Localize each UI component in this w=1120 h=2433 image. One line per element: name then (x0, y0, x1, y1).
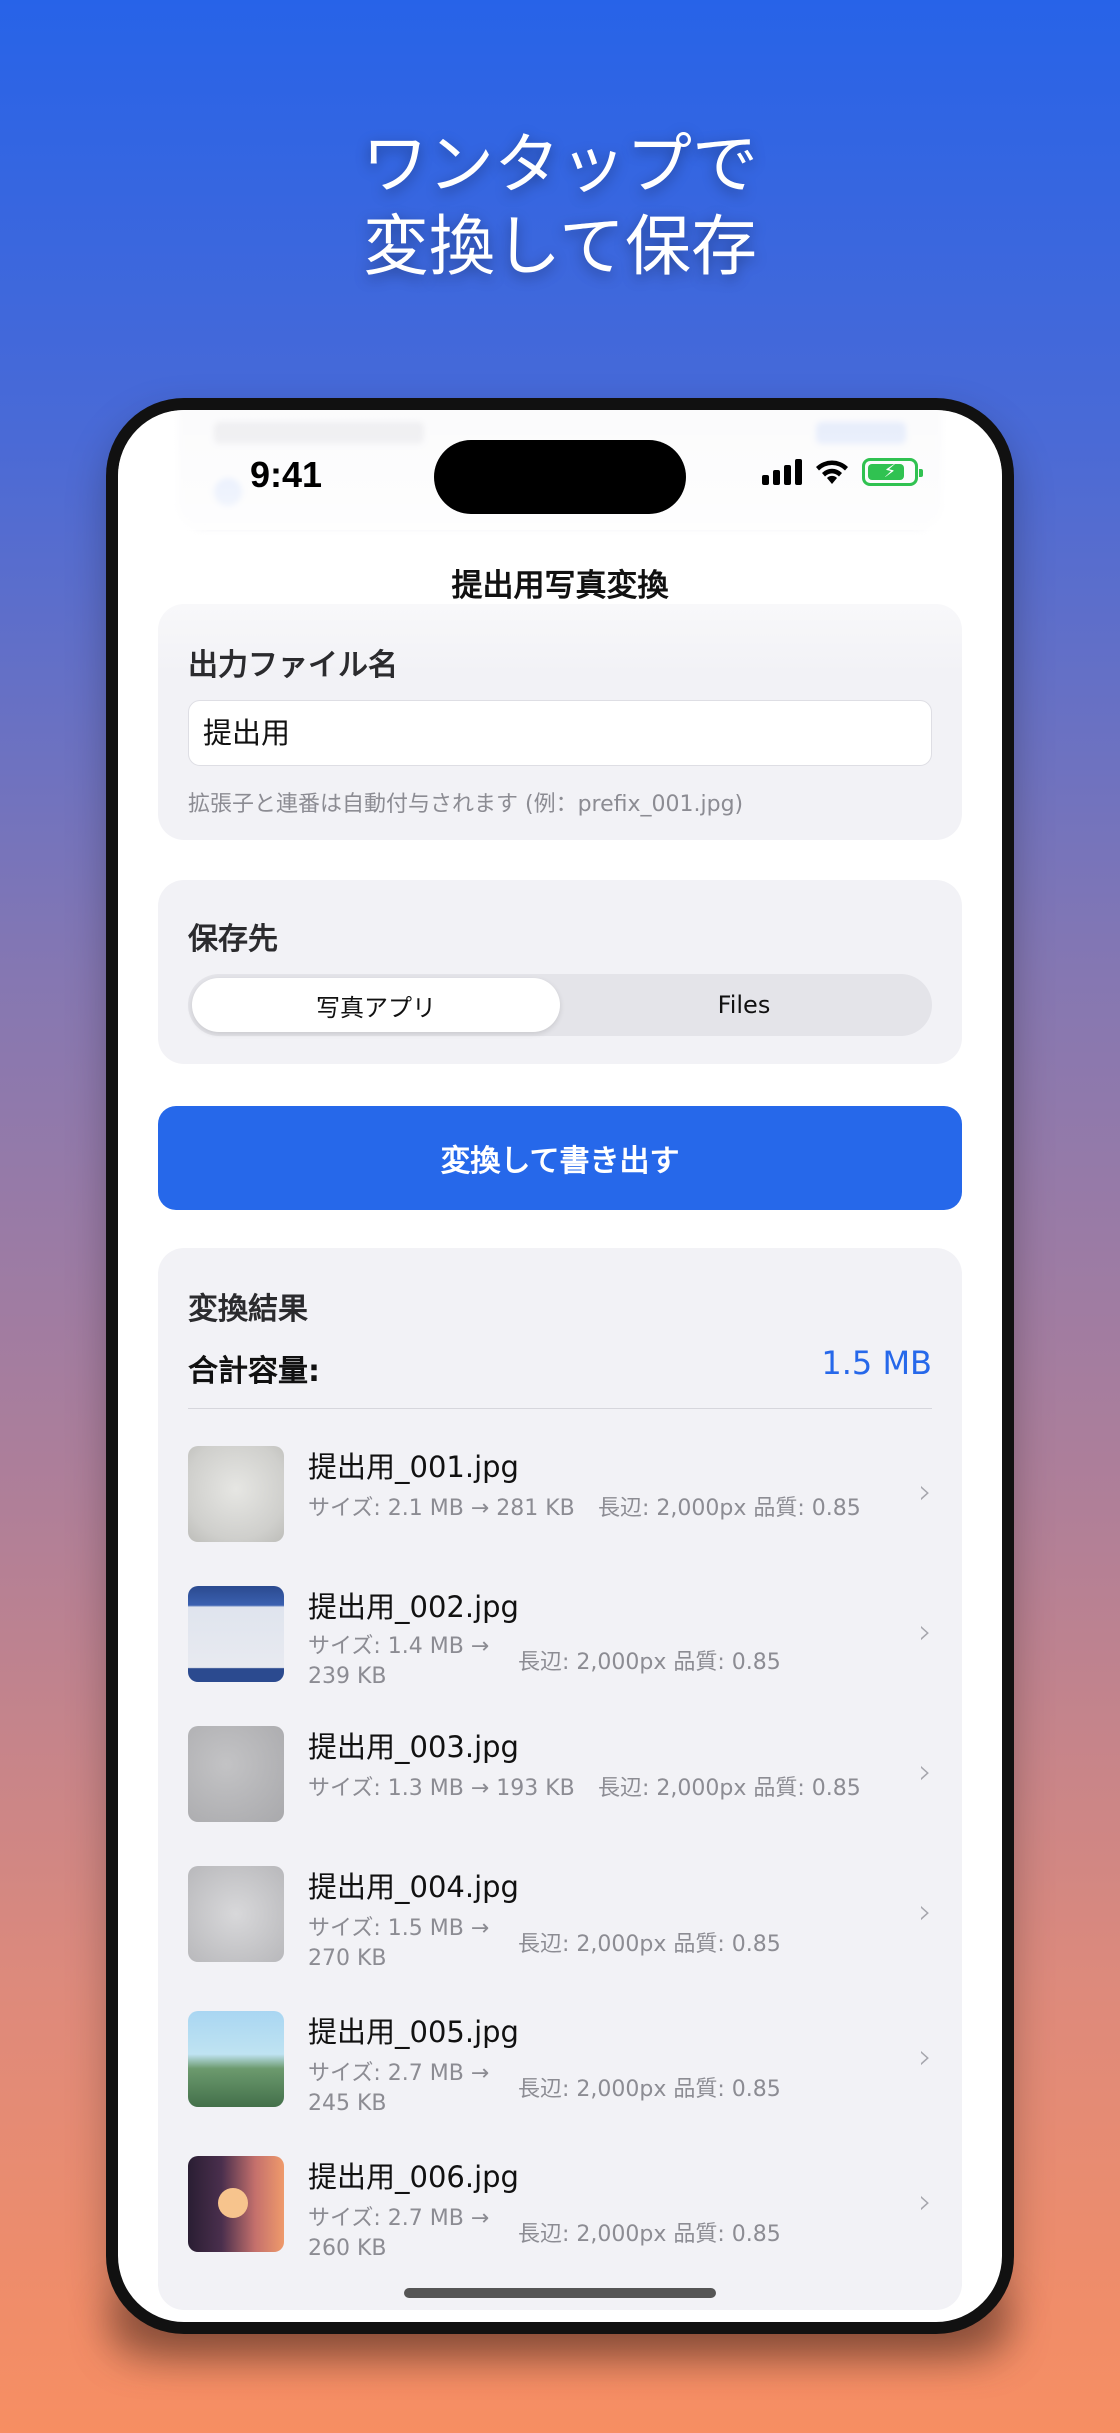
dynamic-island (434, 440, 686, 514)
segment-photos[interactable]: 写真アプリ (192, 978, 560, 1032)
divider (188, 1408, 932, 1409)
file-size-line-2: 245 KB (308, 2091, 387, 2116)
chevron-right-icon: › (918, 1892, 932, 1932)
destination-label: 保存先 (188, 922, 278, 957)
file-extra: 長辺: 2,000px 品質: 0.85 (518, 1932, 781, 1957)
file-size: サイズ: 2.1 MB → 281 KB (308, 1496, 575, 1521)
file-name: 提出用_001.jpg (308, 1450, 519, 1484)
file-extra: 長辺: 2,000px 品質: 0.85 (518, 2077, 781, 2102)
file-name: 提出用_005.jpg (308, 2015, 519, 2049)
results-label: 変換結果 (188, 1292, 308, 1327)
home-indicator (404, 2288, 716, 2298)
file-size-line-2: 239 KB (308, 1664, 387, 1689)
nav-title: 提出用写真変換 (451, 568, 669, 604)
file-name: 提出用_002.jpg (308, 1590, 519, 1624)
total-size-label: 合計容量: (188, 1354, 320, 1389)
result-row-1[interactable]: 提出用_001.jpg サイズ: 2.1 MB → 281 KB 長辺: 2,0… (188, 1438, 932, 1548)
file-name: 提出用_006.jpg (308, 2160, 519, 2194)
status-bar: 9:41 ⚡ (118, 410, 1002, 530)
chevron-right-icon: › (918, 1752, 932, 1792)
chevron-right-icon: › (918, 1472, 932, 1512)
file-name: 提出用_004.jpg (308, 1870, 519, 1904)
destination-segmented-control[interactable]: 写真アプリ Files (188, 974, 932, 1036)
status-icons: ⚡ (762, 458, 923, 486)
result-row-5[interactable]: 提出用_005.jpg サイズ: 2.7 MB → 245 KB 長辺: 2,0… (188, 2003, 932, 2116)
result-row-4[interactable]: 提出用_004.jpg サイズ: 1.5 MB → 270 KB 長辺: 2,0… (188, 1858, 932, 1971)
chevron-right-icon: › (918, 1612, 932, 1652)
file-size: サイズ: 1.4 MB → (308, 1634, 490, 1659)
filename-hint: 拡張子と連番は自動付与されます (例：prefix_001.jpg) (188, 792, 744, 817)
signal-icon (762, 459, 802, 485)
file-extra: 長辺: 2,000px 品質: 0.85 (598, 1496, 861, 1521)
app-screen: 9:41 ⚡ 提出用写真変換 出力ファイル名 提出用 拡張子と連番は自動付与され… (118, 410, 1002, 2322)
headline-line-1: ワンタップで (362, 126, 758, 203)
thumbnail (188, 1726, 284, 1822)
marketing-headline: ワンタップで 変換して保存 (0, 124, 1120, 288)
headline-line-2: 変換して保存 (362, 208, 758, 285)
file-size: サイズ: 1.5 MB → (308, 1916, 490, 1941)
status-time: 9:41 (250, 454, 323, 495)
file-extra: 長辺: 2,000px 品質: 0.85 (518, 1650, 781, 1675)
result-row-3[interactable]: 提出用_003.jpg サイズ: 1.3 MB → 193 KB 長辺: 2,0… (188, 1718, 932, 1828)
phone-frame: 9:41 ⚡ 提出用写真変換 出力ファイル名 提出用 拡張子と連番は自動付与され… (106, 398, 1014, 2334)
thumbnail (188, 1586, 284, 1682)
thumbnail (188, 1446, 284, 1542)
file-size: サイズ: 2.7 MB → (308, 2206, 490, 2231)
filename-input[interactable]: 提出用 (188, 700, 932, 766)
file-extra: 長辺: 2,000px 品質: 0.85 (598, 1776, 861, 1801)
thumbnail (188, 1866, 284, 1962)
wifi-icon (816, 460, 848, 484)
file-name: 提出用_003.jpg (308, 1730, 519, 1764)
results-card: 変換結果 合計容量: 1.5 MB 提出用_001.jpg サイズ: 2.1 M… (158, 1248, 962, 2310)
chevron-right-icon: › (918, 2037, 932, 2077)
file-size: サイズ: 1.3 MB → 193 KB (308, 1776, 575, 1801)
total-size-value: 1.5 MB (821, 1344, 932, 1382)
file-size-line-2: 260 KB (308, 2236, 387, 2261)
convert-export-button[interactable]: 変換して書き出す (158, 1106, 962, 1210)
file-size: サイズ: 2.7 MB → (308, 2061, 490, 2086)
file-extra: 長辺: 2,000px 品質: 0.85 (518, 2222, 781, 2247)
file-size-line-2: 270 KB (308, 1946, 387, 1971)
result-row-2[interactable]: 提出用_002.jpg サイズ: 1.4 MB → 239 KB 長辺: 2,0… (188, 1578, 932, 1689)
result-row-6[interactable]: 提出用_006.jpg サイズ: 2.7 MB → 260 KB 長辺: 2,0… (188, 2148, 932, 2261)
chevron-right-icon: › (918, 2182, 932, 2222)
filename-label: 出力ファイル名 (188, 648, 398, 683)
battery-charging-icon: ⚡ (862, 458, 923, 486)
thumbnail (188, 2156, 284, 2252)
segment-files[interactable]: Files (560, 978, 928, 1032)
filename-card: 出力ファイル名 提出用 拡張子と連番は自動付与されます (例：prefix_00… (158, 604, 962, 840)
thumbnail (188, 2011, 284, 2107)
destination-card: 保存先 写真アプリ Files (158, 880, 962, 1064)
